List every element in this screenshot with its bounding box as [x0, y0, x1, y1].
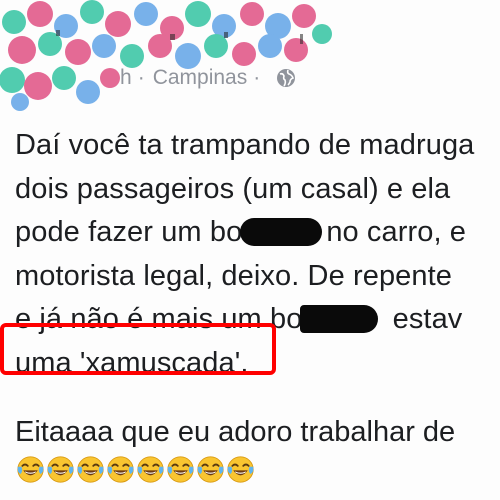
- tears-of-joy-emoji-icon: [227, 456, 254, 483]
- tears-of-joy-emoji-icon: [197, 456, 224, 483]
- post-header: h · Campinas ·: [0, 0, 500, 112]
- meta-separator-2: ·: [253, 66, 261, 89]
- facebook-post: h · Campinas · Daí você ta trampando de …: [0, 0, 500, 500]
- redaction-mark-2: [300, 305, 379, 333]
- post-line-4: motorista legal, deixo. De repente: [15, 259, 453, 292]
- post-line-3-start: pode fazer um bo: [15, 216, 243, 248]
- post-location[interactable]: Campinas: [153, 66, 248, 90]
- tears-of-joy-emoji-icon: [167, 456, 194, 483]
- post-line-5-end: estav: [384, 303, 463, 335]
- post-line-3-end: no carro, e: [326, 216, 467, 248]
- tears-of-joy-emoji-icon: [107, 456, 134, 483]
- globe-icon[interactable]: [276, 68, 296, 88]
- post-meta: h · Campinas ·: [120, 66, 296, 90]
- post-closing-line: Eitaaaa que eu adoro trabalhar de: [15, 416, 456, 448]
- meta-separator: ·: [137, 66, 145, 89]
- emoji-row: [16, 455, 255, 484]
- post-line-1: Daí você ta trampando de madruga: [15, 129, 475, 161]
- tears-of-joy-emoji-icon: [17, 456, 44, 483]
- censored-profile-scribble: [0, 0, 332, 111]
- post-line-2: dois passageiros (um casal) e ela: [15, 172, 451, 205]
- tears-of-joy-emoji-icon: [47, 456, 74, 483]
- highlight-box: [0, 323, 276, 375]
- tears-of-joy-emoji-icon: [137, 456, 164, 483]
- tears-of-joy-emoji-icon: [77, 456, 104, 483]
- post-time[interactable]: h: [120, 66, 132, 90]
- redaction-mark: [240, 218, 323, 246]
- post-line-3: pode fazer um bo no carro, e: [15, 211, 500, 255]
